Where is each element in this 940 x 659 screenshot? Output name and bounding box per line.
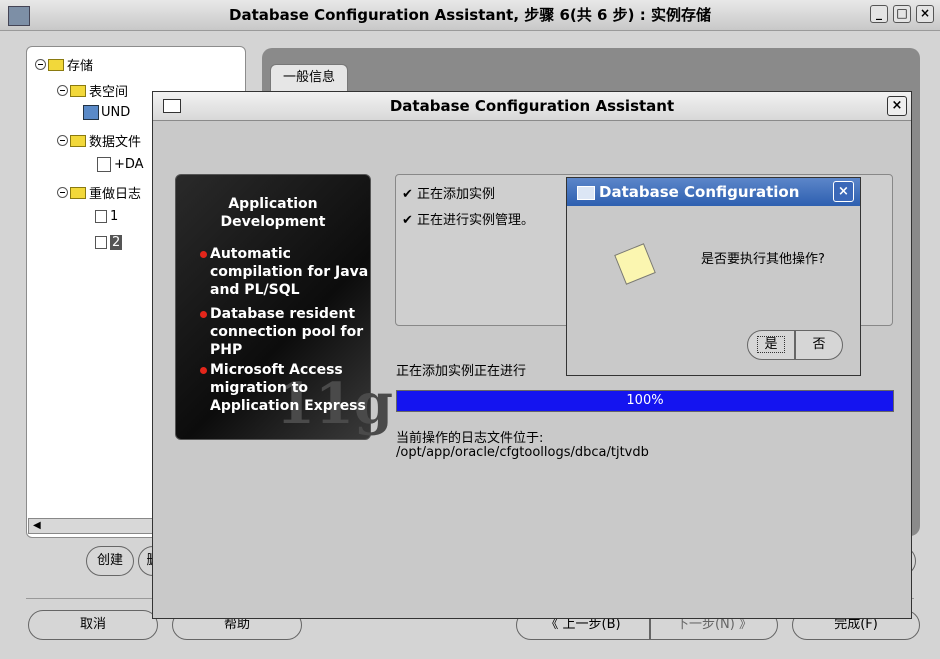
tree-horizontal-scrollbar[interactable]: ◀: [28, 518, 158, 534]
tree-node-label: 数据文件: [89, 135, 142, 150]
promo-panel: 11g Application Development Automatic co…: [175, 174, 393, 440]
confirm-close-button[interactable]: ×: [833, 181, 854, 202]
dialog-title: Database Configuration Assistant: [389, 97, 675, 115]
yes-button[interactable]: 是: [747, 330, 795, 360]
scroll-left-icon[interactable]: ◀: [33, 520, 41, 531]
yes-label: 是: [757, 336, 785, 353]
window-icon: [577, 186, 595, 200]
tab-general[interactable]: 一般信息: [270, 64, 348, 91]
confirm-titlebar[interactable]: Database Configuration ×: [567, 178, 860, 206]
tree-node-label: 表空间: [89, 85, 129, 100]
log-path: /opt/app/oracle/cfgtoollogs/dbca/tjtvdb: [396, 445, 649, 460]
promo-bullet: Microsoft Access migration to Applicatio…: [190, 361, 370, 415]
collapse-icon[interactable]: [57, 85, 68, 96]
tree-node-undo[interactable]: UND: [83, 105, 130, 120]
step-item: ✔ 正在进行实例管理。: [402, 213, 535, 228]
minimize-button[interactable]: _: [870, 5, 888, 23]
redo-log-icon: [95, 236, 107, 249]
confirm-title: Database Configuration: [599, 183, 800, 201]
collapse-icon[interactable]: [35, 59, 46, 70]
tree-node-label: +DA: [114, 157, 144, 172]
close-button[interactable]: ×: [916, 5, 934, 23]
promo-bullet: Database resident connection pool for PH…: [190, 305, 370, 359]
back-label: 上一步(B): [562, 617, 621, 632]
redo-log-icon: [95, 210, 107, 223]
tree-node-tablespaces[interactable]: 表空间: [57, 81, 128, 100]
window-titlebar[interactable]: Database Configuration Assistant, 步骤 6(共…: [0, 0, 940, 31]
progress-bar: 100%: [396, 390, 894, 412]
database-icon: [83, 105, 99, 120]
cancel-button[interactable]: 取消: [28, 610, 158, 640]
tree-node-storage[interactable]: 存储: [35, 55, 93, 74]
collapse-icon[interactable]: [57, 135, 68, 146]
create-button[interactable]: 创建: [86, 546, 134, 576]
confirm-dialog: Database Configuration × 是否要执行其他操作? 是 否: [566, 177, 861, 376]
progress-label: 正在添加实例正在进行: [396, 364, 527, 379]
tree-node-datafile-item[interactable]: +DA: [97, 157, 144, 172]
step-item: ✔ 正在添加实例: [402, 187, 496, 202]
back-arrow-icon: 《: [545, 617, 559, 632]
progress-text: 100%: [626, 393, 664, 408]
tree-node-label: UND: [101, 105, 131, 120]
tree-node-label: 1: [110, 209, 119, 224]
window-title: Database Configuration Assistant, 步骤 6(共…: [229, 6, 711, 24]
tree-node-redo[interactable]: 重做日志: [57, 183, 141, 202]
collapse-icon[interactable]: [57, 187, 68, 198]
tree-node-datafiles[interactable]: 数据文件: [57, 131, 141, 150]
tree-node-label: 2: [110, 235, 123, 250]
promo-heading: Application Development: [220, 196, 326, 230]
note-icon: [614, 243, 656, 285]
promo-bullet: Automatic compilation for Java and PL/SQ…: [190, 245, 370, 299]
folder-icon: [70, 134, 86, 147]
next-arrow-icon: 》: [739, 617, 753, 632]
file-icon: [97, 157, 111, 172]
folder-icon: [70, 186, 86, 199]
no-button[interactable]: 否: [795, 330, 843, 360]
tree-node-label: 存储: [67, 59, 94, 74]
dialog-close-button[interactable]: ×: [887, 96, 907, 116]
confirm-message: 是否要执行其他操作?: [701, 252, 825, 267]
dialog-titlebar[interactable]: Database Configuration Assistant ×: [153, 92, 911, 121]
tree-node-label: 重做日志: [89, 187, 142, 202]
log-label: 当前操作的日志文件位于:: [396, 431, 544, 446]
tree-node-redo-1[interactable]: 1: [95, 209, 118, 224]
folder-icon: [48, 58, 64, 71]
maximize-button[interactable]: □: [893, 5, 911, 23]
folder-icon: [70, 84, 86, 97]
next-label: 下一步(N): [675, 617, 735, 632]
tree-node-redo-2[interactable]: 2: [95, 235, 123, 250]
